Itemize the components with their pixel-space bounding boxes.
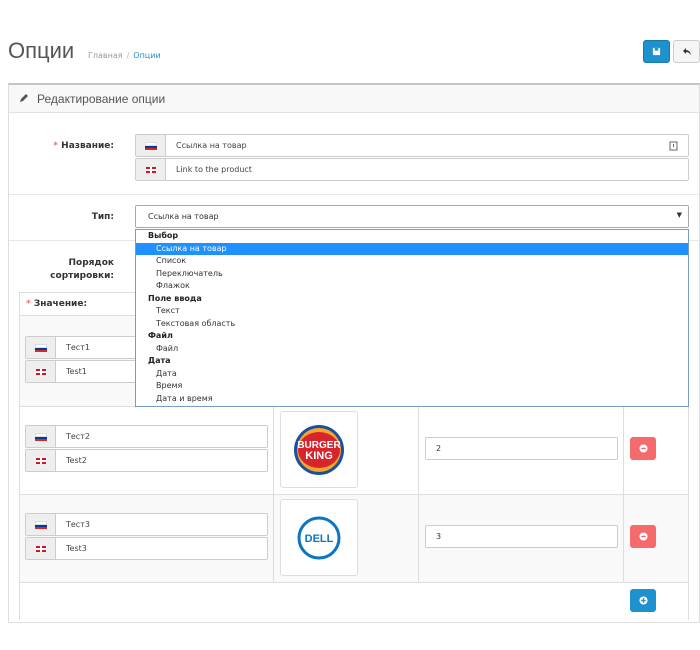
flag-en-icon bbox=[26, 361, 56, 382]
name-ru-value[interactable]: Ссылка на товар bbox=[166, 141, 669, 150]
value-2-ru-field[interactable]: Тест2 bbox=[25, 425, 268, 448]
remove-value-3-button[interactable] bbox=[630, 525, 656, 548]
save-icon bbox=[652, 47, 661, 56]
dell-logo: DELL bbox=[297, 516, 341, 559]
type-select-value: Ссылка на товар bbox=[148, 212, 219, 221]
flag-ru-icon bbox=[26, 337, 56, 358]
value-3-sort-input[interactable]: 3 bbox=[425, 525, 618, 548]
save-button[interactable] bbox=[643, 40, 670, 63]
value-3-en[interactable]: Test3 bbox=[56, 544, 267, 553]
pencil-icon bbox=[20, 94, 28, 102]
type-dropdown-list: Выбор Ссылка на товар Список Переключате… bbox=[135, 229, 689, 407]
plus-circle-icon bbox=[638, 596, 648, 605]
minus-circle-icon bbox=[638, 532, 648, 541]
value-row-3: Тест3 Test3 DELL 3 bbox=[20, 495, 688, 583]
value-3-ru-field[interactable]: Тест3 bbox=[25, 513, 268, 536]
dropdown-option-file[interactable]: Файл bbox=[136, 343, 688, 356]
panel-heading: Редактирование опции bbox=[9, 85, 699, 113]
dropdown-group-input: Поле ввода bbox=[148, 293, 202, 303]
burger-king-logo: BURGER KING bbox=[294, 424, 344, 475]
value-3-image[interactable]: DELL bbox=[280, 499, 358, 576]
flag-ru-icon bbox=[136, 135, 166, 156]
value-2-en[interactable]: Test2 bbox=[56, 456, 267, 465]
name-en-value[interactable]: Link to the product bbox=[166, 165, 688, 174]
values-label: * Значение: bbox=[26, 299, 88, 309]
dropdown-option-datetime[interactable]: Дата и время bbox=[136, 393, 688, 406]
flag-ru-icon bbox=[26, 426, 56, 447]
name-ru-field[interactable]: Ссылка на товар bbox=[135, 134, 689, 157]
type-select[interactable]: Ссылка на товар ▼ bbox=[135, 205, 689, 228]
dropdown-option-textarea[interactable]: Текстовая область bbox=[136, 318, 688, 331]
breadcrumb-current[interactable]: Опции bbox=[133, 51, 160, 60]
reply-icon bbox=[682, 48, 691, 55]
dropdown-option-time[interactable]: Время bbox=[136, 380, 688, 393]
flag-en-icon bbox=[136, 159, 166, 180]
type-label: Тип: bbox=[91, 212, 114, 222]
add-value-row bbox=[20, 583, 688, 620]
back-button[interactable] bbox=[673, 40, 700, 63]
svg-text:KING: KING bbox=[305, 450, 333, 462]
dropdown-group-file: Файл bbox=[148, 331, 173, 340]
breadcrumb: Главная / Опции bbox=[88, 51, 161, 60]
add-value-button[interactable] bbox=[630, 589, 656, 612]
value-2-sort-input[interactable]: 2 bbox=[425, 437, 618, 460]
breadcrumb-home[interactable]: Главная bbox=[88, 51, 123, 60]
flag-en-icon bbox=[26, 538, 56, 559]
dropdown-option-list[interactable]: Список bbox=[136, 255, 688, 268]
page-title: Опции bbox=[8, 38, 75, 63]
dropdown-option-text[interactable]: Текст bbox=[136, 305, 688, 318]
dropdown-group-date: Дата bbox=[148, 356, 171, 365]
dropdown-group-choice: Выбор bbox=[148, 231, 179, 240]
value-3-en-field[interactable]: Test3 bbox=[25, 537, 268, 560]
value-2-en-field[interactable]: Test2 bbox=[25, 449, 268, 472]
value-3-ru[interactable]: Тест3 bbox=[56, 520, 267, 529]
page-header: Опции Главная / Опции bbox=[0, 0, 700, 80]
minus-circle-icon bbox=[638, 444, 648, 453]
value-2-ru[interactable]: Тест2 bbox=[56, 432, 267, 441]
dropdown-option-radio[interactable]: Переключатель bbox=[136, 268, 688, 281]
value-row-2: Тест2 Test2 BURGER KING 2 bbox=[20, 407, 688, 495]
value-2-image[interactable]: BURGER KING bbox=[280, 411, 358, 488]
dropdown-option-product-link[interactable]: Ссылка на товар bbox=[136, 242, 688, 255]
remove-value-2-button[interactable] bbox=[630, 437, 656, 460]
name-row: * Название: Ссылка на товар Link to the … bbox=[9, 113, 699, 195]
panel-title: Редактирование опции bbox=[37, 92, 166, 106]
dropdown-arrow-icon: ▼ bbox=[676, 211, 682, 219]
dropdown-option-date[interactable]: Дата bbox=[136, 368, 688, 381]
name-label: * Название: bbox=[53, 141, 114, 151]
name-en-field[interactable]: Link to the product bbox=[135, 158, 689, 181]
svg-text:DELL: DELL bbox=[305, 533, 334, 545]
flag-ru-icon bbox=[26, 514, 56, 535]
flag-en-icon bbox=[26, 450, 56, 471]
clipboard-icon bbox=[669, 141, 678, 150]
sort-order-label: Порядок сортировки: bbox=[50, 258, 114, 281]
dropdown-option-checkbox[interactable]: Флажок bbox=[136, 280, 688, 293]
edit-option-panel: Редактирование опции * Название: Ссылка … bbox=[8, 83, 700, 623]
